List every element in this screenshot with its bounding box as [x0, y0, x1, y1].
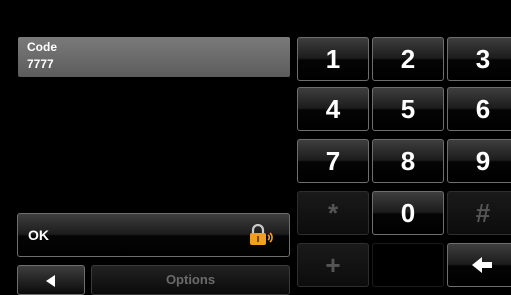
key-1[interactable]: 1	[297, 37, 369, 81]
key-plus[interactable]: +	[297, 243, 369, 287]
backspace-arrow-icon	[472, 257, 492, 273]
key-7[interactable]: 7	[297, 139, 369, 183]
key-6[interactable]: 6	[447, 87, 511, 131]
key-3[interactable]: 3	[447, 37, 511, 81]
code-value: 7777	[27, 57, 54, 71]
key-4[interactable]: 4	[297, 87, 369, 131]
key-5[interactable]: 5	[372, 87, 444, 131]
code-display: Code 7777	[18, 37, 290, 77]
back-button[interactable]	[17, 265, 85, 295]
key-star[interactable]: *	[297, 191, 369, 235]
key-8[interactable]: 8	[372, 139, 444, 183]
key-2[interactable]: 2	[372, 37, 444, 81]
backspace-button[interactable]	[447, 243, 511, 287]
options-button[interactable]: Options	[91, 265, 290, 295]
code-label: Code	[27, 40, 57, 54]
arrow-left-icon	[46, 275, 55, 287]
lock-sound-icon	[250, 224, 273, 245]
key-empty	[372, 243, 444, 287]
key-0[interactable]: 0	[372, 191, 444, 235]
ok-button[interactable]: OK	[17, 213, 290, 257]
ok-label: OK	[28, 227, 49, 243]
key-hash[interactable]: #	[447, 191, 511, 235]
key-9[interactable]: 9	[447, 139, 511, 183]
